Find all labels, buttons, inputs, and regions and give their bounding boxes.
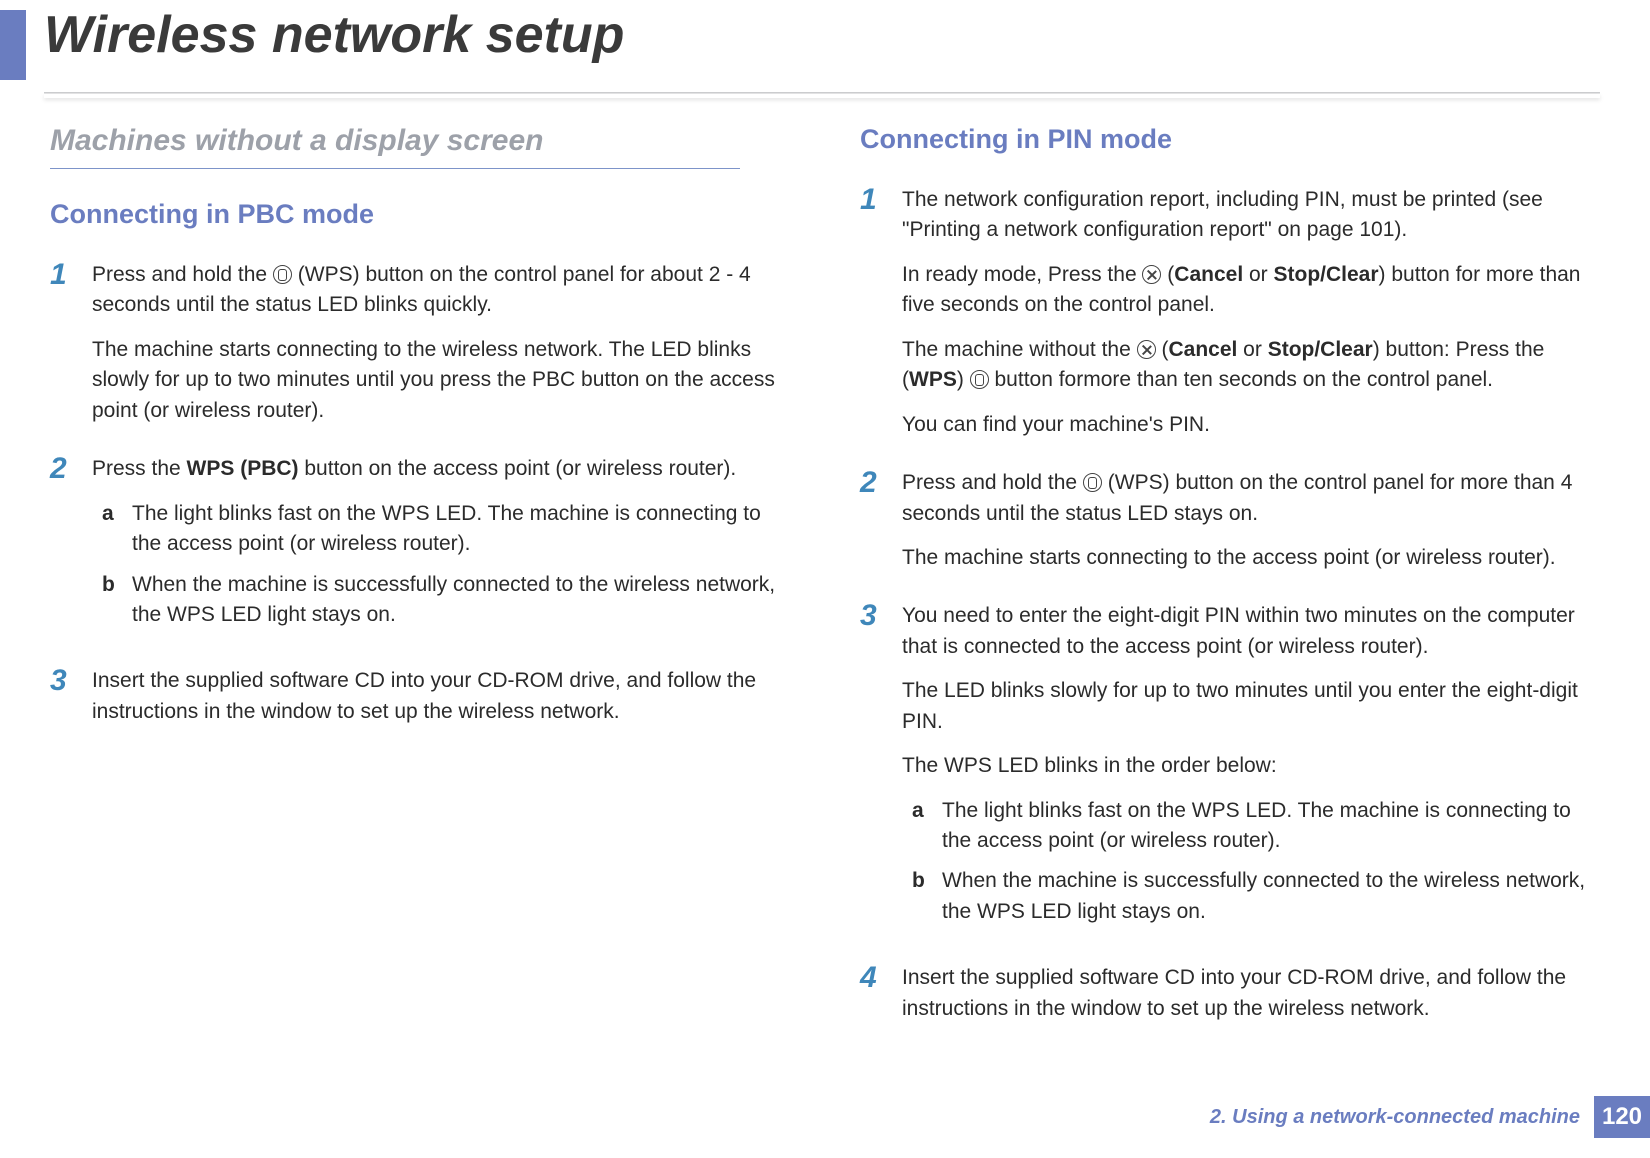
pin-steps: 1The network configuration report, inclu…: [860, 185, 1600, 1024]
step-number: 3: [860, 601, 902, 935]
page-title: Wireless network setup: [44, 0, 624, 65]
step-paragraph: The network configuration report, includ…: [902, 185, 1600, 246]
sub-step-letter: b: [102, 570, 132, 631]
step-paragraph: You need to enter the eight-digit PIN wi…: [902, 601, 1600, 662]
sub-step-text: When the machine is successfully connect…: [132, 570, 790, 631]
sub-step-text: The light blinks fast on the WPS LED. Th…: [132, 499, 790, 560]
step-body: Press and hold the (WPS) button on the c…: [902, 468, 1600, 573]
cancel-icon: [1142, 265, 1161, 284]
subheading-pbc: Connecting in PBC mode: [50, 199, 790, 230]
sub-step: aThe light blinks fast on the WPS LED. T…: [902, 796, 1600, 857]
step-paragraph: You can find your machine's PIN.: [902, 410, 1600, 440]
step-number: 1: [860, 185, 902, 440]
step-paragraph: In ready mode, Press the (Cancel or Stop…: [902, 260, 1600, 321]
right-column: Connecting in PIN mode 1The network conf…: [860, 124, 1600, 1052]
page-header: Wireless network setup: [0, 0, 1650, 80]
step-paragraph: The LED blinks slowly for up to two minu…: [902, 676, 1600, 737]
step: 2Press the WPS (PBC) button on the acces…: [50, 454, 790, 638]
pbc-steps: 1Press and hold the (WPS) button on the …: [50, 260, 790, 727]
content-area: Machines without a display screen Connec…: [0, 94, 1650, 1052]
cancel-icon: [1137, 340, 1156, 359]
step-number: 2: [860, 468, 902, 573]
step: 3Insert the supplied software CD into yo…: [50, 666, 790, 727]
step-paragraph: Insert the supplied software CD into you…: [902, 963, 1600, 1024]
subheading-pin: Connecting in PIN mode: [860, 124, 1600, 155]
left-column: Machines without a display screen Connec…: [50, 124, 790, 1052]
page-number: 120: [1594, 1096, 1650, 1138]
header-accent-bar: [0, 10, 26, 80]
wps-icon: [1083, 473, 1102, 492]
wps-icon: [273, 265, 292, 284]
wps-icon: [970, 370, 989, 389]
sub-step-letter: a: [102, 499, 132, 560]
step-paragraph: The machine starts connecting to the wir…: [92, 335, 790, 426]
header-divider: [44, 92, 1600, 94]
step-body: Insert the supplied software CD into you…: [902, 963, 1600, 1024]
step-body: The network configuration report, includ…: [902, 185, 1600, 440]
step: 1Press and hold the (WPS) button on the …: [50, 260, 790, 426]
step-body: Press and hold the (WPS) button on the c…: [92, 260, 790, 426]
step-paragraph: Press and hold the (WPS) button on the c…: [902, 468, 1600, 529]
sub-step-letter: a: [912, 796, 942, 857]
sub-step-letter: b: [912, 866, 942, 927]
sub-step: bWhen the machine is successfully connec…: [902, 866, 1600, 927]
step-number: 2: [50, 454, 92, 638]
step: 1The network configuration report, inclu…: [860, 185, 1600, 440]
section-title-no-display: Machines without a display screen: [50, 124, 740, 169]
step-number: 4: [860, 963, 902, 1024]
step-paragraph: Press and hold the (WPS) button on the c…: [92, 260, 790, 321]
step-number: 3: [50, 666, 92, 727]
sub-step: aThe light blinks fast on the WPS LED. T…: [92, 499, 790, 560]
step-paragraph: Insert the supplied software CD into you…: [92, 666, 790, 727]
step-body: Press the WPS (PBC) button on the access…: [92, 454, 790, 638]
step-body: You need to enter the eight-digit PIN wi…: [902, 601, 1600, 935]
page-footer: 2. Using a network-connected machine 120: [1210, 1096, 1650, 1138]
step-body: Insert the supplied software CD into you…: [92, 666, 790, 727]
step: 4Insert the supplied software CD into yo…: [860, 963, 1600, 1024]
step: 3You need to enter the eight-digit PIN w…: [860, 601, 1600, 935]
sub-step-text: The light blinks fast on the WPS LED. Th…: [942, 796, 1600, 857]
step-paragraph: The WPS LED blinks in the order below:: [902, 751, 1600, 781]
sub-step-text: When the machine is successfully connect…: [942, 866, 1600, 927]
step-paragraph: The machine without the (Cancel or Stop/…: [902, 335, 1600, 396]
step-paragraph: The machine starts connecting to the acc…: [902, 543, 1600, 573]
step-number: 1: [50, 260, 92, 426]
step-paragraph: Press the WPS (PBC) button on the access…: [92, 454, 790, 484]
step: 2Press and hold the (WPS) button on the …: [860, 468, 1600, 573]
footer-chapter: 2. Using a network-connected machine: [1210, 1106, 1594, 1129]
sub-step: bWhen the machine is successfully connec…: [92, 570, 790, 631]
